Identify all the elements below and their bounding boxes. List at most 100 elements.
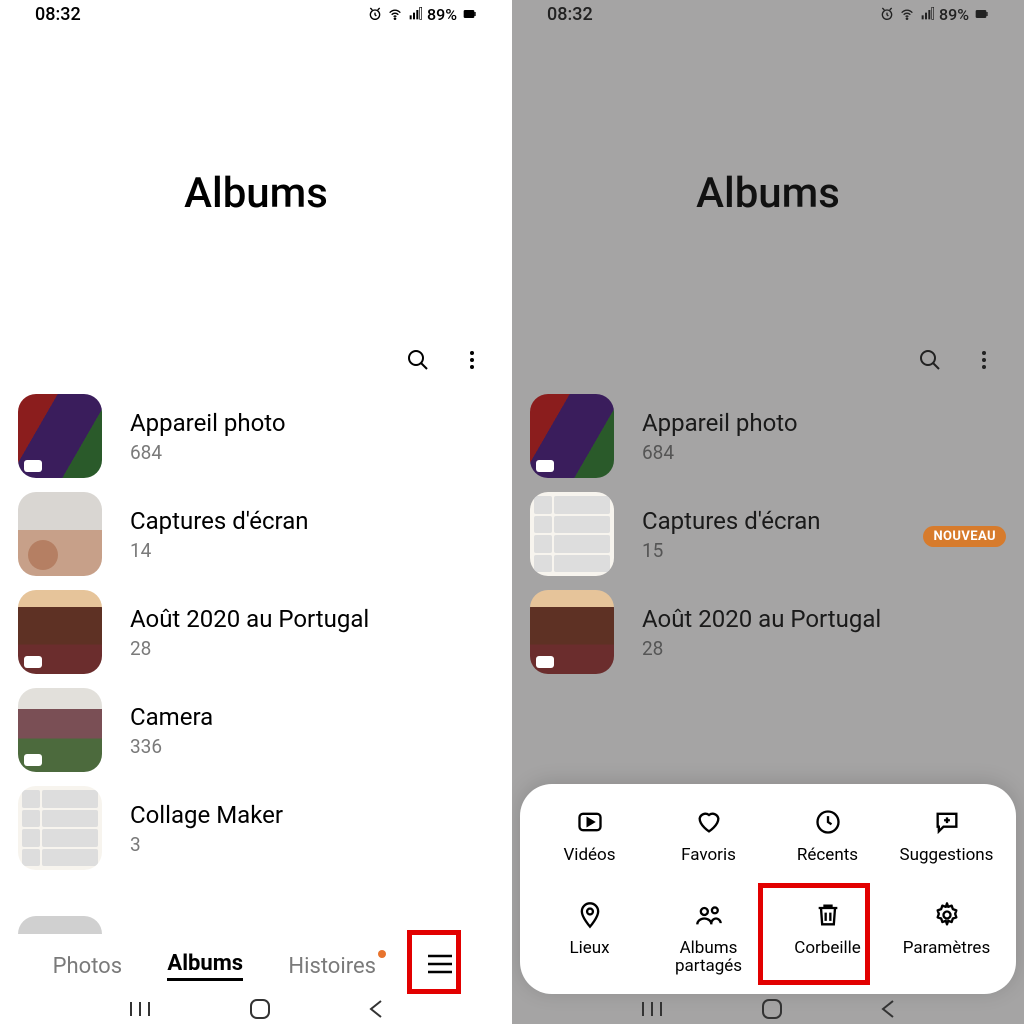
menu-label: Lieux — [569, 939, 609, 958]
menu-corbeille[interactable]: Corbeille — [768, 901, 887, 976]
chat-plus-icon — [933, 808, 961, 836]
battery-percent: 89% — [427, 5, 457, 24]
menu-parametres[interactable]: Paramètres — [887, 901, 1006, 976]
album-count: 14 — [130, 539, 494, 562]
album-item[interactable]: Camera 336 — [18, 688, 494, 772]
menu-label: Paramètres — [903, 939, 990, 958]
tab-label: Histoires — [288, 954, 376, 979]
album-name: Appareil photo — [642, 409, 1006, 437]
album-thumbnail-partial — [18, 916, 102, 934]
album-thumbnail — [18, 492, 102, 576]
album-item[interactable]: Captures d'écran 15 NOUVEAU — [530, 492, 1006, 576]
search-button[interactable] — [918, 348, 942, 376]
battery-icon — [461, 6, 477, 22]
recent-apps-icon[interactable] — [129, 1000, 151, 1018]
album-item[interactable]: Août 2020 au Portugal 28 — [530, 590, 1006, 674]
albums-list: Appareil photo 684 Captures d'écran 14 A… — [0, 394, 512, 870]
more-button[interactable] — [460, 348, 484, 376]
tutorial-highlight-box — [758, 883, 870, 985]
clock-icon — [814, 808, 842, 836]
screen-menu-sheet: 08:32 89% Albums Appareil photo 684 — [512, 0, 1024, 1024]
home-icon[interactable] — [249, 998, 271, 1020]
more-button[interactable] — [972, 348, 996, 376]
album-count: 28 — [130, 637, 494, 660]
wifi-icon — [899, 6, 915, 22]
more-vertical-icon — [460, 348, 484, 372]
menu-favoris[interactable]: Favoris — [649, 808, 768, 865]
menu-label: Favoris — [681, 846, 736, 865]
albums-list: Appareil photo 684 Captures d'écran 15 N… — [512, 394, 1024, 674]
menu-suggestions[interactable]: Suggestions — [887, 808, 1006, 865]
toolbar — [0, 348, 512, 376]
signal-icon — [407, 6, 423, 22]
tab-photos[interactable]: Photos — [53, 954, 122, 979]
tab-albums[interactable]: Albums — [167, 951, 243, 981]
alarm-icon — [367, 6, 383, 22]
menu-videos[interactable]: Vidéos — [530, 808, 649, 865]
album-thumbnail — [530, 590, 614, 674]
album-count: 336 — [130, 735, 494, 758]
status-bar: 08:32 89% — [0, 0, 512, 28]
album-name: Camera — [130, 703, 494, 731]
menu-label: Récents — [797, 846, 858, 865]
album-item[interactable]: Appareil photo 684 — [530, 394, 1006, 478]
status-indicators: 89% — [367, 5, 477, 24]
menu-lieux[interactable]: Lieux — [530, 901, 649, 976]
album-item[interactable]: Août 2020 au Portugal 28 — [18, 590, 494, 674]
search-button[interactable] — [406, 348, 430, 376]
album-name: Août 2020 au Portugal — [642, 605, 1006, 633]
signal-icon — [919, 6, 935, 22]
album-name: Collage Maker — [130, 801, 494, 829]
album-thumbnail — [18, 394, 102, 478]
android-nav-bar — [0, 994, 512, 1024]
gear-icon — [933, 901, 961, 929]
toolbar — [512, 348, 1024, 376]
album-item[interactable]: Captures d'écran 14 — [18, 492, 494, 576]
page-title: Albums — [696, 169, 840, 218]
album-thumbnail — [530, 492, 614, 576]
menu-recents[interactable]: Récents — [768, 808, 887, 865]
album-name: Appareil photo — [130, 409, 494, 437]
bottom-sheet-menu: Vidéos Favoris Récents Suggestions Lieux… — [520, 784, 1016, 994]
album-item[interactable]: Collage Maker 3 — [18, 786, 494, 870]
album-count: 3 — [130, 833, 494, 856]
new-badge: NOUVEAU — [923, 526, 1006, 547]
album-name: Captures d'écran — [130, 507, 494, 535]
status-time: 08:32 — [547, 4, 593, 25]
menu-label: Albums partagés — [649, 939, 768, 976]
tutorial-highlight-box — [407, 930, 461, 994]
back-icon[interactable] — [369, 999, 383, 1019]
album-item[interactable]: Appareil photo 684 — [18, 394, 494, 478]
header: Albums — [512, 28, 1024, 358]
album-thumbnail — [18, 786, 102, 870]
location-icon — [576, 901, 604, 929]
menu-albums-partages[interactable]: Albums partagés — [649, 901, 768, 976]
album-count: 684 — [642, 441, 1006, 464]
album-thumbnail — [18, 590, 102, 674]
album-thumbnail — [530, 394, 614, 478]
album-thumbnail — [18, 688, 102, 772]
back-icon[interactable] — [881, 999, 895, 1019]
page-title: Albums — [184, 169, 328, 218]
screen-albums-list: 08:32 89% Albums Appareil photo 684 — [0, 0, 512, 1024]
home-icon[interactable] — [761, 998, 783, 1020]
bottom-tabs: Photos Albums Histoires — [0, 938, 512, 994]
android-nav-bar — [512, 994, 1024, 1024]
status-indicators: 89% — [879, 5, 989, 24]
heart-icon — [695, 808, 723, 836]
people-icon — [695, 901, 723, 929]
status-bar: 08:32 89% — [512, 0, 1024, 28]
wifi-icon — [387, 6, 403, 22]
battery-icon — [973, 6, 989, 22]
menu-label: Suggestions — [900, 846, 994, 865]
recent-apps-icon[interactable] — [641, 1000, 663, 1018]
menu-button[interactable] — [421, 948, 459, 984]
alarm-icon — [879, 6, 895, 22]
album-count: 28 — [642, 637, 1006, 660]
album-name: Août 2020 au Portugal — [130, 605, 494, 633]
status-time: 08:32 — [35, 4, 81, 25]
tab-histoires[interactable]: Histoires — [288, 954, 376, 979]
more-vertical-icon — [972, 348, 996, 372]
search-icon — [918, 348, 942, 372]
menu-label: Vidéos — [563, 846, 615, 865]
